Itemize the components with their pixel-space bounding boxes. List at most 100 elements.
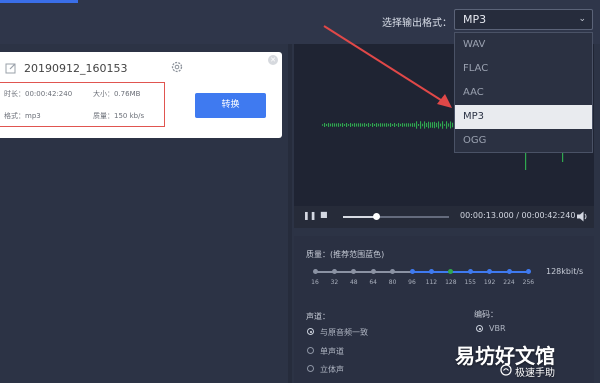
- stop-icon[interactable]: ■: [320, 210, 328, 219]
- waveform-bar: [412, 123, 414, 127]
- waveform-bar: [402, 123, 404, 127]
- seek-progress: [343, 216, 376, 218]
- channel-option-stereo[interactable]: 立体声: [320, 364, 344, 375]
- waveform-bar: [344, 124, 346, 126]
- waveform-bar: [404, 123, 406, 127]
- waveform-bar: [342, 123, 344, 127]
- quality-tick-dot[interactable]: [428, 269, 434, 274]
- waveform-bar: [372, 123, 374, 127]
- waveform-bar: [328, 123, 330, 127]
- waveform-bar: [382, 123, 384, 127]
- format-dropdown-menu: WAV FLAC AAC MP3 OGG: [454, 32, 593, 153]
- waveform-bar: [364, 123, 366, 127]
- waveform-bar: [434, 121, 436, 129]
- waveform-bar: [416, 121, 418, 129]
- waveform-peaks: [525, 150, 564, 170]
- waveform-bar: [444, 124, 446, 126]
- waveform-bar: [392, 124, 394, 126]
- quality-tick-label: 80: [388, 279, 397, 286]
- channel-option-original[interactable]: 与原音频一致: [320, 327, 368, 338]
- output-format-select[interactable]: MP3 ⌄: [454, 9, 593, 30]
- channel-radio-original[interactable]: [307, 328, 314, 335]
- waveform-bar: [390, 123, 392, 127]
- quality-tick-label: 96: [408, 279, 416, 286]
- file-duration: 时长：00:00:42:240: [4, 90, 73, 98]
- format-option-ogg[interactable]: OGG: [455, 129, 592, 153]
- format-option-flac[interactable]: FLAC: [455, 57, 592, 81]
- file-format: 格式：mp3: [4, 112, 41, 120]
- quality-tick-label: 16: [311, 279, 319, 286]
- quality-tick-dot[interactable]: [467, 269, 473, 274]
- waveform-bar: [442, 121, 444, 129]
- quality-tick-dot[interactable]: [506, 269, 512, 274]
- channel-radio-stereo[interactable]: [307, 365, 314, 372]
- quality-tick-label: 155: [464, 279, 476, 286]
- waveform-bar: [406, 123, 408, 127]
- quality-tick-label: 128: [445, 279, 457, 286]
- waveform-bar: [354, 123, 356, 127]
- waveform-bar: [410, 123, 412, 127]
- waveform-bar: [340, 123, 342, 127]
- channel-option-mono[interactable]: 单声道: [320, 346, 344, 357]
- quality-tick-label: 64: [369, 279, 378, 286]
- edit-icon[interactable]: [5, 62, 17, 74]
- waveform-bar: [394, 123, 396, 127]
- channel-radio-mono[interactable]: [307, 347, 314, 354]
- waveform-bar: [448, 123, 450, 127]
- playback-time: 00:00:13.000 / 00:00:42:240: [460, 211, 576, 220]
- quality-tick-label: 32: [330, 279, 339, 286]
- waveform-bar: [348, 124, 350, 126]
- encoding-radio-vbr[interactable]: [476, 325, 483, 332]
- annotation-arrow: [323, 25, 452, 108]
- seek-handle[interactable]: [372, 213, 380, 220]
- pause-icon[interactable]: ❚❚: [303, 211, 316, 220]
- waveform-bar: [362, 123, 364, 127]
- waveform-bar: [352, 123, 354, 127]
- encoding-option-vbr[interactable]: VBR: [489, 324, 506, 333]
- quality-tick-label: 192: [483, 279, 496, 286]
- gear-icon[interactable]: [170, 60, 184, 74]
- channel-label: 声道：: [306, 312, 330, 321]
- volume-icon[interactable]: [577, 211, 589, 222]
- waveform-bar: [438, 121, 440, 129]
- watermark-subtitle: 极速手助: [515, 368, 555, 379]
- quality-tick-label: 48: [349, 279, 358, 286]
- format-option-aac[interactable]: AAC: [455, 81, 592, 105]
- waveform-bar: [398, 123, 400, 127]
- waveform-bar: [388, 123, 390, 127]
- waveform-bar: [400, 123, 402, 127]
- waveform-bar: [384, 123, 386, 127]
- waveform-bar: [446, 121, 448, 129]
- waveform-bar: [452, 122, 454, 128]
- quality-tick-label: 224: [503, 279, 515, 286]
- close-icon[interactable]: ✕: [268, 55, 278, 65]
- waveform-bar: [322, 124, 324, 126]
- waveform-bar: [396, 124, 398, 126]
- format-option-mp3[interactable]: MP3: [455, 105, 592, 129]
- waveform-bar: [450, 121, 452, 129]
- waveform-bar: [374, 123, 376, 127]
- waveform-bar: [360, 123, 362, 127]
- file-card: 20190912_160153 ✕ 时长：00:00:42:240 大小：0.7…: [0, 52, 282, 138]
- quality-tick-dot[interactable]: [525, 269, 531, 274]
- quality-tick-dot[interactable]: [331, 269, 337, 274]
- format-option-wav[interactable]: WAV: [455, 33, 592, 57]
- quality-tick-dot[interactable]: [370, 269, 376, 274]
- waveform-bar: [408, 123, 410, 127]
- waveform-bar: [330, 123, 332, 127]
- waveform-bar: [378, 123, 380, 127]
- waveform-bar: [368, 123, 370, 127]
- output-format-value: MP3: [463, 13, 487, 26]
- waveform-bar: [346, 123, 348, 127]
- chevron-down-icon: ⌄: [578, 14, 586, 24]
- waveform-bar: [350, 123, 352, 127]
- waveform-bar: [332, 123, 334, 127]
- waveform-bar: [358, 123, 360, 127]
- waveform-bar: [430, 122, 432, 128]
- waveform-bar: [370, 124, 372, 126]
- quality-tick-dot[interactable]: [312, 269, 318, 274]
- waveform-bar: [334, 123, 336, 127]
- quality-tick-dot[interactable]: [409, 269, 415, 274]
- convert-button[interactable]: 转换: [195, 93, 266, 118]
- encoding-label: 编码：: [474, 310, 498, 319]
